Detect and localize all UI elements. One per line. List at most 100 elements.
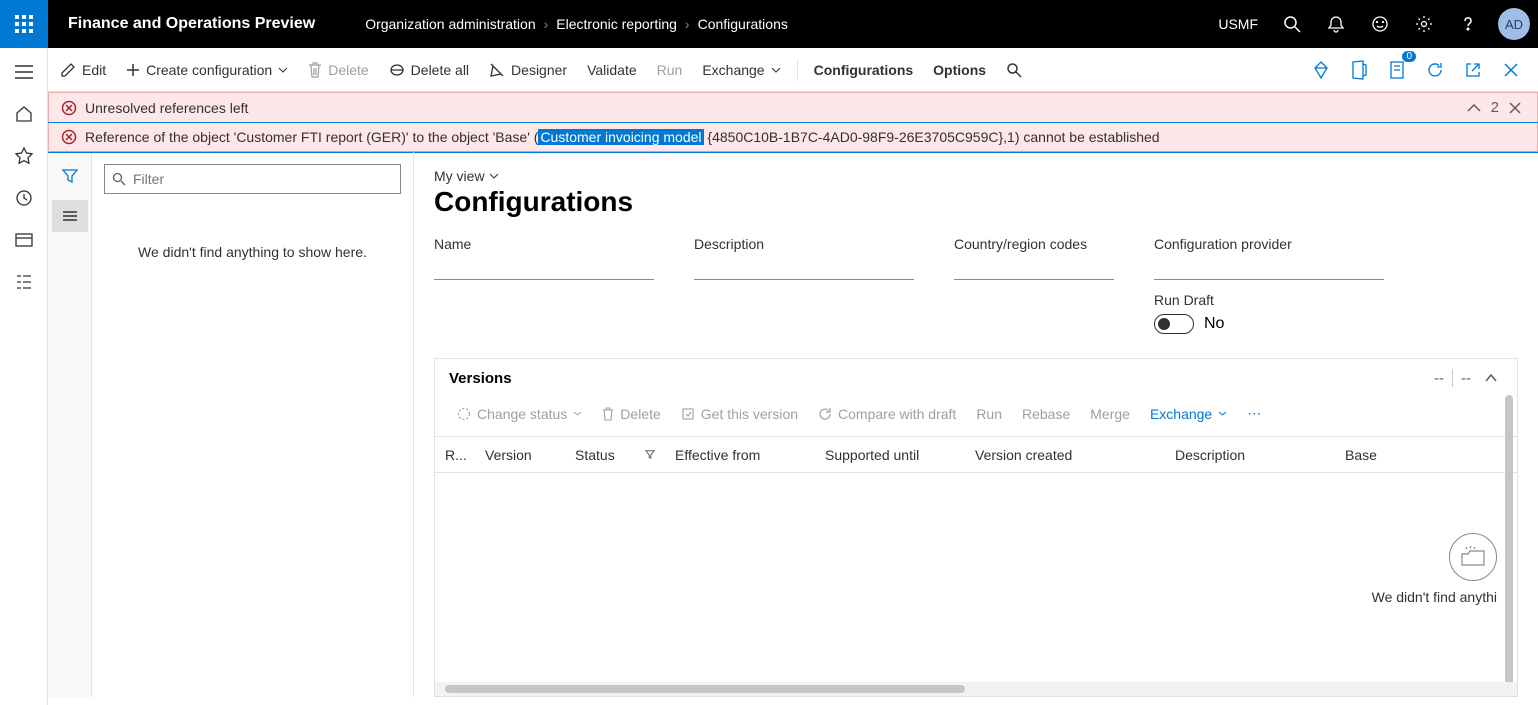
rebase-label: Rebase bbox=[1022, 406, 1070, 422]
search-icon[interactable] bbox=[1270, 0, 1314, 48]
error-banner-summary: Unresolved references left 2 bbox=[48, 92, 1538, 123]
view-selector[interactable]: My view bbox=[434, 168, 1518, 184]
collapse-versions-icon[interactable] bbox=[1479, 374, 1503, 382]
exchange-label: Exchange bbox=[702, 62, 764, 78]
column-header[interactable]: Version bbox=[475, 447, 565, 463]
get-version-button: Get this version bbox=[673, 402, 806, 426]
refresh-icon[interactable] bbox=[1418, 53, 1452, 87]
version-run-label: Run bbox=[976, 406, 1002, 422]
country-input[interactable] bbox=[954, 256, 1114, 280]
options-button[interactable]: Options bbox=[923, 48, 996, 91]
configurations-tab[interactable]: Configurations bbox=[804, 48, 924, 91]
close-banner-icon[interactable] bbox=[1505, 100, 1525, 116]
vertical-scrollbar[interactable] bbox=[1505, 395, 1513, 695]
settings-icon[interactable] bbox=[1402, 0, 1446, 48]
grid-empty-state: We didn't find anythi bbox=[435, 473, 1517, 625]
column-header[interactable]: Base bbox=[1335, 447, 1435, 463]
separator bbox=[797, 59, 798, 81]
description-input[interactable] bbox=[694, 256, 914, 280]
modules-icon[interactable] bbox=[2, 262, 46, 302]
create-label: Create configuration bbox=[146, 62, 272, 78]
column-header[interactable]: Description bbox=[1165, 447, 1335, 463]
attachments-badge: 0 bbox=[1402, 51, 1416, 62]
column-header[interactable]: Effective from bbox=[665, 447, 815, 463]
edit-label: Edit bbox=[82, 62, 106, 78]
column-header[interactable]: R... bbox=[435, 447, 475, 463]
delete-all-label: Delete all bbox=[411, 62, 469, 78]
popout-icon[interactable] bbox=[1456, 53, 1490, 87]
provider-input[interactable] bbox=[1154, 256, 1384, 280]
breadcrumb: Organization administration › Electronic… bbox=[365, 16, 788, 32]
version-delete-label: Delete bbox=[620, 406, 660, 422]
attachments-icon[interactable]: 0 bbox=[1380, 53, 1414, 87]
designer-button[interactable]: Designer bbox=[479, 48, 577, 91]
office-icon[interactable] bbox=[1342, 53, 1376, 87]
name-label: Name bbox=[434, 236, 654, 252]
horizontal-scrollbar[interactable] bbox=[435, 682, 1517, 696]
breadcrumb-item[interactable]: Organization administration bbox=[365, 16, 535, 32]
validate-button[interactable]: Validate bbox=[577, 48, 647, 91]
versions-dash: -- bbox=[1426, 370, 1452, 387]
diamond-icon[interactable] bbox=[1304, 53, 1338, 87]
error-summary-text: Unresolved references left bbox=[85, 100, 1463, 116]
merge-button: Merge bbox=[1082, 402, 1138, 426]
name-input[interactable] bbox=[434, 256, 654, 280]
error-highlight: Customer invoicing model bbox=[538, 129, 703, 145]
filter-column-icon[interactable] bbox=[635, 449, 665, 460]
compare-button: Compare with draft bbox=[810, 402, 964, 426]
error-count: 2 bbox=[1491, 99, 1499, 116]
list-view-icon[interactable] bbox=[52, 200, 88, 232]
company-picker[interactable]: USMF bbox=[1206, 16, 1270, 32]
breadcrumb-item[interactable]: Electronic reporting bbox=[556, 16, 677, 32]
action-bar: Edit Create configuration Delete Delete … bbox=[0, 48, 1538, 92]
breadcrumb-item[interactable]: Configurations bbox=[698, 16, 788, 32]
delete-label: Delete bbox=[328, 62, 368, 78]
edit-button[interactable]: Edit bbox=[50, 48, 116, 91]
version-exchange-button[interactable]: Exchange bbox=[1142, 402, 1235, 426]
collapse-icon[interactable] bbox=[1463, 102, 1485, 114]
run-draft-value: No bbox=[1204, 315, 1224, 333]
exchange-button[interactable]: Exchange bbox=[692, 48, 790, 91]
help-icon[interactable] bbox=[1446, 0, 1490, 48]
avatar[interactable]: AD bbox=[1498, 8, 1530, 40]
country-label: Country/region codes bbox=[954, 236, 1114, 252]
validate-label: Validate bbox=[587, 62, 637, 78]
error-banner-detail[interactable]: Reference of the object 'Customer FTI re… bbox=[48, 123, 1538, 152]
recent-icon[interactable] bbox=[2, 178, 46, 218]
chevron-right-icon: › bbox=[544, 16, 549, 32]
chevron-down-icon bbox=[771, 67, 781, 73]
column-header[interactable]: Version created bbox=[965, 447, 1165, 463]
home-icon[interactable] bbox=[2, 94, 46, 134]
column-header[interactable]: Status bbox=[565, 447, 635, 463]
app-launcher-icon[interactable] bbox=[0, 0, 48, 48]
bell-icon[interactable] bbox=[1314, 0, 1358, 48]
search-action-icon[interactable] bbox=[996, 48, 1032, 91]
versions-toolbar: Change status Delete Get this version Co… bbox=[435, 397, 1517, 436]
get-version-label: Get this version bbox=[701, 406, 798, 422]
workspace-icon[interactable] bbox=[2, 220, 46, 260]
feedback-icon[interactable] bbox=[1358, 0, 1402, 48]
app-title: Finance and Operations Preview bbox=[48, 15, 335, 33]
change-status-button: Change status bbox=[449, 402, 590, 426]
chevron-down-icon bbox=[1218, 411, 1227, 416]
merge-label: Merge bbox=[1090, 406, 1130, 422]
country-field: Country/region codes bbox=[954, 236, 1114, 334]
star-icon[interactable] bbox=[2, 136, 46, 176]
page-title: Configurations bbox=[434, 186, 1518, 218]
more-actions-icon[interactable]: ⋯ bbox=[1239, 401, 1269, 426]
name-field: Name bbox=[434, 236, 654, 334]
column-header[interactable]: Supported until bbox=[815, 447, 965, 463]
delete-all-button[interactable]: Delete all bbox=[379, 48, 479, 91]
chevron-down-icon bbox=[278, 67, 288, 73]
filter-input[interactable] bbox=[104, 164, 401, 194]
options-label: Options bbox=[933, 62, 986, 78]
error-icon bbox=[61, 129, 77, 145]
run-draft-toggle[interactable]: No bbox=[1154, 314, 1384, 334]
close-icon[interactable] bbox=[1494, 53, 1528, 87]
filter-icon[interactable] bbox=[52, 160, 88, 192]
empty-state-icon bbox=[1449, 533, 1497, 581]
hamburger-icon[interactable] bbox=[2, 52, 46, 92]
create-configuration-button[interactable]: Create configuration bbox=[116, 48, 298, 91]
run-draft-label: Run Draft bbox=[1154, 292, 1214, 308]
designer-label: Designer bbox=[511, 62, 567, 78]
